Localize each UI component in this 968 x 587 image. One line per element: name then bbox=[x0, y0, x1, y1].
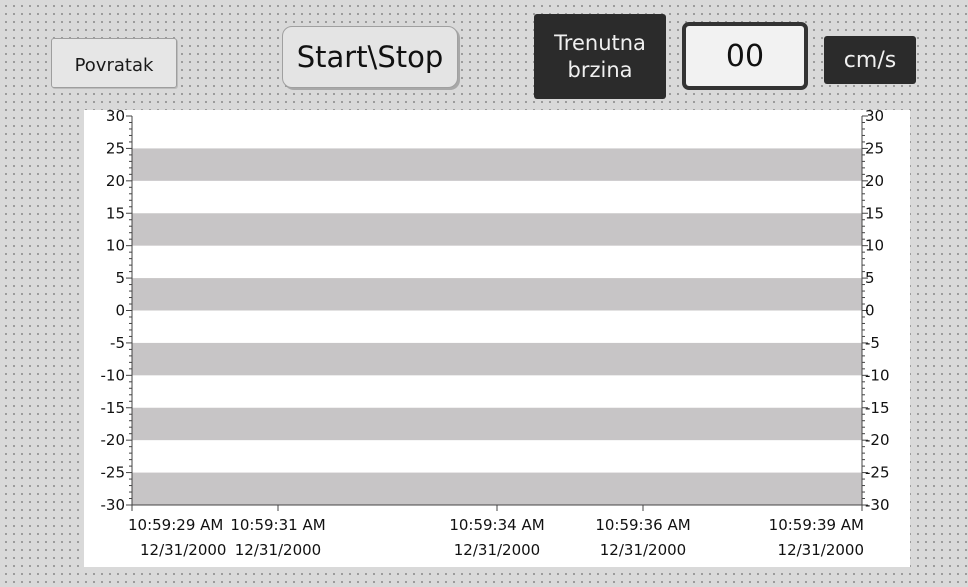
y-tick-label-right: -20 bbox=[865, 431, 890, 449]
start-stop-button[interactable]: Start\Stop bbox=[282, 26, 458, 88]
x-tick-label-date: 12/31/2000 bbox=[778, 541, 864, 559]
y-tick-label-left: -20 bbox=[101, 431, 126, 449]
y-tick-label-right: -10 bbox=[865, 366, 890, 384]
y-tick-label-left: -10 bbox=[101, 366, 126, 384]
y-tick-label-right: 25 bbox=[865, 139, 884, 157]
chart-band bbox=[132, 472, 862, 505]
y-tick-label-right: 5 bbox=[865, 269, 875, 287]
x-tick-label-time: 10:59:29 AM bbox=[128, 516, 223, 534]
y-tick-label-left: 5 bbox=[115, 269, 125, 287]
chart-band bbox=[132, 213, 862, 246]
y-tick-label-left: 30 bbox=[106, 110, 125, 125]
y-tick-label-right: 10 bbox=[865, 237, 884, 255]
y-tick-label-right: 15 bbox=[865, 204, 884, 222]
y-tick-label-left: 15 bbox=[106, 204, 125, 222]
x-tick-label-time: 10:59:39 AM bbox=[769, 516, 864, 534]
y-tick-label-left: 0 bbox=[115, 302, 125, 320]
current-speed-value: 00 bbox=[682, 22, 808, 90]
current-speed-label-line1: Trenutna bbox=[554, 30, 646, 55]
current-speed-label-line2: brzina bbox=[567, 57, 633, 82]
back-button[interactable]: Povratak bbox=[51, 38, 177, 88]
chart-band bbox=[132, 278, 862, 311]
y-tick-label-left: 25 bbox=[106, 139, 125, 157]
chart-band bbox=[132, 342, 862, 376]
x-tick-label-date: 12/31/2000 bbox=[140, 541, 226, 559]
x-tick-label-date: 12/31/2000 bbox=[454, 541, 540, 559]
trend-chart-svg: 30 30 25 25 20 20 15 15 10 10 5 5 0 0 -5 -5 -10 -10 -15 -15… bbox=[101, 110, 890, 559]
y-tick-label-right: -25 bbox=[865, 464, 890, 482]
x-tick-label-date: 12/31/2000 bbox=[235, 541, 321, 559]
y-tick-label-left: 10 bbox=[106, 237, 125, 255]
y-tick-label-right: 0 bbox=[865, 302, 875, 320]
y-tick-label-left: -5 bbox=[110, 334, 125, 352]
y-tick-label-left: -30 bbox=[101, 496, 126, 514]
speed-unit-label: cm/s bbox=[824, 36, 916, 84]
x-tick-label-date: 12/31/2000 bbox=[600, 541, 686, 559]
y-tick-label-left: -25 bbox=[101, 464, 126, 482]
speed-trend-chart: 30 30 25 25 20 20 15 15 10 10 5 5 0 0 -5 -5 -10 -10 -15 -15… bbox=[84, 110, 910, 567]
y-tick-label-right: -5 bbox=[865, 334, 880, 352]
x-tick-label-time: 10:59:34 AM bbox=[449, 516, 544, 534]
y-tick-label-right: 30 bbox=[865, 110, 884, 125]
chart-band bbox=[132, 407, 862, 441]
chart-band bbox=[132, 148, 862, 181]
y-tick-label-right: 20 bbox=[865, 172, 884, 190]
y-tick-label-left: -15 bbox=[101, 399, 126, 417]
y-tick-label-right: -30 bbox=[865, 496, 890, 514]
current-speed-label: Trenutna brzina bbox=[534, 14, 666, 99]
x-tick-label-time: 10:59:36 AM bbox=[595, 516, 690, 534]
y-tick-label-right: -15 bbox=[865, 399, 890, 417]
chart-bands bbox=[132, 148, 862, 505]
y-tick-label-left: 20 bbox=[106, 172, 125, 190]
x-tick-label-time: 10:59:31 AM bbox=[230, 516, 325, 534]
